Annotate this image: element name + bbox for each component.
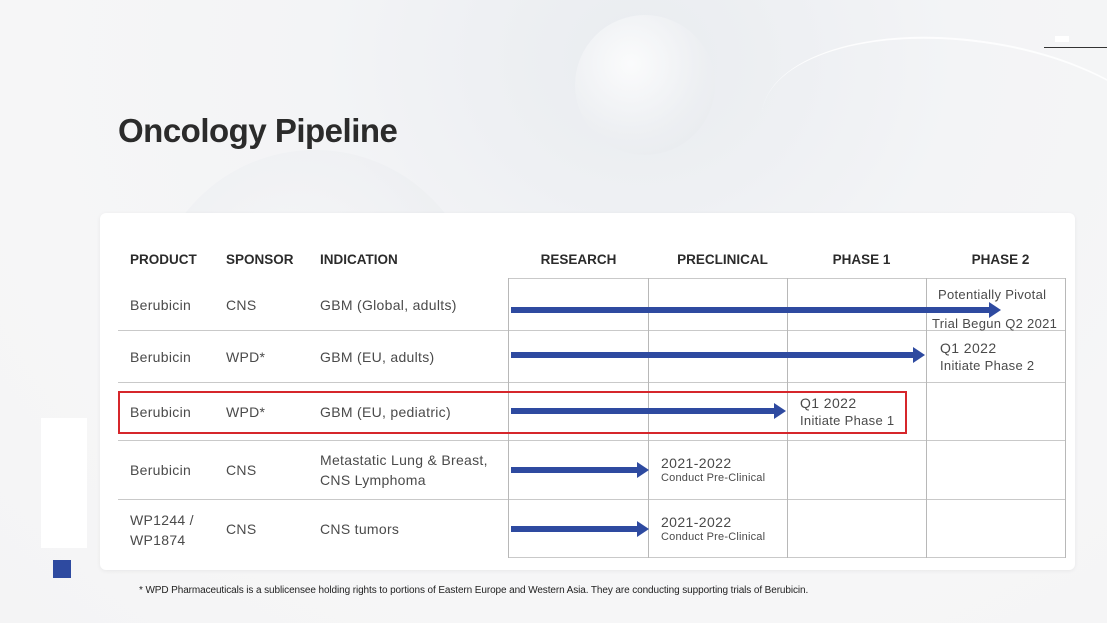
grid-line-row1 — [118, 330, 1066, 331]
row5-milestone: 2021-2022 Conduct Pre-Clinical — [661, 514, 765, 543]
row4-product: Berubicin — [130, 462, 192, 478]
header-product: PRODUCT — [130, 252, 197, 267]
row5-product-line2: WP1874 — [130, 532, 186, 548]
row4-milestone: 2021-2022 Conduct Pre-Clinical — [661, 455, 765, 484]
row2-progress-arrow — [511, 347, 925, 363]
header-phase1: PHASE 1 — [832, 252, 891, 267]
row1-milestone-2: Trial Begun Q2 2021 — [932, 316, 1057, 331]
row2-milestone-date: Q1 2022 — [940, 340, 997, 356]
row1-sponsor: CNS — [226, 297, 257, 313]
highlight-box — [118, 391, 907, 434]
row5-product-line1: WP1244 / — [130, 512, 194, 528]
grid-col-end — [1065, 278, 1066, 558]
header-preclinical: PRECLINICAL — [677, 252, 768, 267]
row4-progress-arrow — [511, 462, 649, 478]
row4-indication-line2: CNS Lymphoma — [320, 472, 426, 488]
grid-line-row3 — [118, 440, 1066, 441]
row5-milestone-text: Conduct Pre-Clinical — [661, 531, 766, 543]
row5-progress-arrow — [511, 521, 649, 537]
row2-indication: GBM (EU, adults) — [320, 349, 435, 365]
side-decoration-panel — [41, 418, 87, 548]
row1-product: Berubicin — [130, 297, 192, 313]
footnote: * WPD Pharmaceuticals is a sublicensee h… — [139, 585, 809, 596]
row5-sponsor: CNS — [226, 521, 257, 537]
row2-sponsor: WPD* — [226, 349, 266, 365]
row1-milestone-line1: Potentially Pivotal — [938, 287, 1047, 302]
accent-square — [53, 560, 71, 578]
row1-indication: GBM (Global, adults) — [320, 297, 457, 313]
row4-indication-line1: Metastatic Lung & Breast, — [320, 452, 488, 468]
slide-title: Oncology Pipeline — [118, 112, 398, 149]
row4-sponsor: CNS — [226, 462, 257, 478]
row4-milestone-text: Conduct Pre-Clinical — [661, 472, 766, 484]
background-bubble — [575, 15, 715, 155]
grid-line-row4 — [118, 499, 1066, 500]
grid-col-phase2 — [926, 278, 927, 558]
row4-milestone-date: 2021-2022 — [661, 455, 732, 471]
grid-line-row2 — [118, 382, 1066, 383]
row2-milestone-text: Initiate Phase 2 — [940, 358, 1035, 373]
header-rule-tab — [1055, 36, 1069, 42]
row5-indication: CNS tumors — [320, 521, 400, 537]
row1-milestone: Potentially Pivotal — [938, 287, 1046, 302]
row1-milestone-line2: Trial Begun Q2 2021 — [932, 316, 1058, 331]
row5-milestone-date: 2021-2022 — [661, 514, 732, 530]
row1-progress-arrow — [511, 302, 1001, 318]
header-indication: INDICATION — [320, 252, 398, 267]
row4-indication: Metastatic Lung & Breast, CNS Lymphoma — [320, 450, 488, 490]
row2-milestone: Q1 2022 Initiate Phase 2 — [940, 340, 1034, 373]
header-rule — [1044, 47, 1107, 48]
header-sponsor: SPONSOR — [226, 252, 294, 267]
row5-product: WP1244 / WP1874 — [130, 510, 194, 550]
header-research: RESEARCH — [540, 252, 617, 267]
header-phase2: PHASE 2 — [971, 252, 1030, 267]
row2-product: Berubicin — [130, 349, 192, 365]
